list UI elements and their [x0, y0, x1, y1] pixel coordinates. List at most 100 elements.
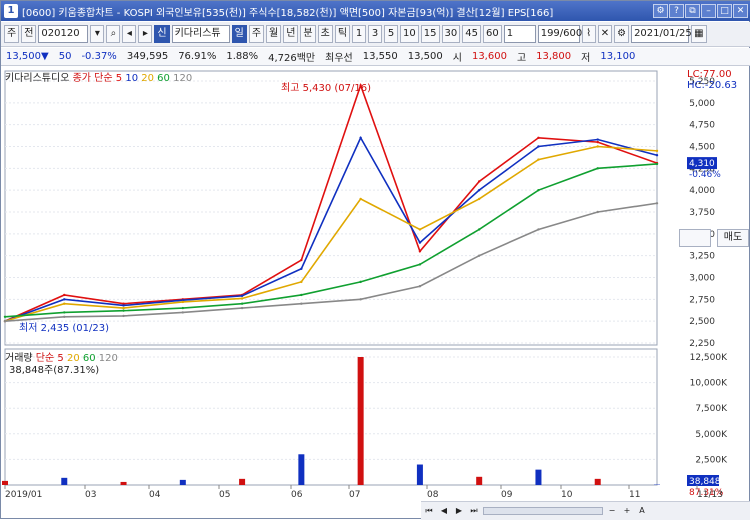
ma-point-120 [537, 228, 539, 230]
interval-3-button[interactable]: 3 [368, 25, 382, 43]
period-day-button[interactable]: 일 [232, 25, 247, 43]
low-label: 저 [576, 49, 595, 64]
ma-point-20 [300, 281, 302, 283]
ma5-legend: 5 [116, 73, 122, 84]
interval-select[interactable]: 1 [504, 25, 536, 43]
new-badge-button[interactable]: 신 [154, 25, 169, 43]
volume-tick-label: 10,000K [690, 379, 728, 389]
ma10-legend: 10 [125, 73, 138, 84]
stock-code-input[interactable]: 020120 [38, 25, 88, 43]
close-icon[interactable]: ✕ [733, 4, 748, 18]
minimize-icon[interactable]: – [701, 4, 716, 18]
help-icon[interactable]: ? [669, 4, 684, 18]
ma-point-20 [537, 158, 539, 160]
current-volume-text: 38,848 [689, 477, 721, 487]
volume-panel [5, 349, 657, 485]
ma-point-10 [63, 298, 65, 300]
ma-point-120 [359, 298, 361, 300]
change-percent: -0.37% [76, 51, 121, 62]
font-size-icon[interactable]: A [636, 505, 648, 517]
period-year-button[interactable]: 년 [283, 25, 298, 43]
price-tick-label: 3,000 [689, 274, 715, 284]
sell-button[interactable]: 매도 [717, 229, 749, 247]
interval-45-button[interactable]: 45 [462, 25, 481, 43]
ma-point-20 [63, 303, 65, 305]
interval-30-button[interactable]: 30 [442, 25, 461, 43]
prev-next-icon[interactable]: ▸ [138, 25, 152, 43]
interval-1-button[interactable]: 1 [352, 25, 366, 43]
volume-tick-label: 5,000K [695, 430, 728, 440]
ma-point-60 [63, 311, 65, 313]
prev-icon[interactable]: ◀ [438, 505, 450, 517]
interval-10-button[interactable]: 10 [400, 25, 419, 43]
vol-ma120-legend: 120 [99, 353, 118, 364]
low-price: 13,100 [595, 51, 640, 62]
chart-canvas[interactable]: 5,2505,0004,7504,5004,2504,0003,7503,500… [1, 67, 750, 520]
ma-point-5 [597, 141, 599, 143]
volume-bar [417, 465, 423, 485]
ma20-legend: 20 [141, 73, 154, 84]
ma-point-10 [419, 241, 421, 243]
ma-point-60 [597, 167, 599, 169]
ma-point-5 [537, 137, 539, 139]
market-select[interactable]: 주 [4, 25, 19, 43]
scope-select[interactable]: 전 [21, 25, 36, 43]
volume-bar [535, 470, 541, 485]
interval-5-button[interactable]: 5 [384, 25, 398, 43]
volume-bar [239, 479, 245, 485]
stock-title: 키다리스튜디오 [5, 73, 69, 84]
ma-point-10 [597, 138, 599, 140]
zoom-in-icon[interactable]: + [621, 505, 633, 517]
maximize-icon[interactable]: □ [717, 4, 732, 18]
settings-icon[interactable]: ⚙ [653, 4, 668, 18]
date-field[interactable]: 2021/01/25 [631, 25, 689, 43]
ma-point-20 [359, 198, 361, 200]
chart-window: 1 [0600] 키움종합차트 - KOSPI 외국인보유[535(천)] 주식… [0, 0, 750, 519]
price-tick-label: 2,750 [689, 295, 715, 305]
ma-point-120 [300, 303, 302, 305]
period-second-button[interactable]: 초 [318, 25, 333, 43]
low-marker: 최저 2,435 (01/23) [19, 319, 109, 334]
ma-point-120 [478, 254, 480, 256]
period-month-button[interactable]: 월 [266, 25, 281, 43]
code-dropdown-icon[interactable]: ▾ [90, 25, 104, 43]
chart-area: 5,2505,0004,7504,5004,2504,0003,7503,500… [1, 67, 750, 520]
search-icon[interactable]: ⌕ [106, 25, 120, 43]
restore-icon[interactable]: ⧉ [685, 4, 700, 18]
open-label: 시 [448, 49, 467, 64]
volume-bar [298, 454, 304, 485]
page-count-field[interactable]: 199/600 [538, 25, 580, 43]
trade-amount: 4,726백만 [263, 49, 320, 64]
gear-icon[interactable]: ⚙ [614, 25, 629, 43]
first-icon[interactable]: ⏮ [423, 505, 435, 517]
compare-icon[interactable]: ✕ [598, 25, 612, 43]
volume-bar [358, 357, 364, 485]
ma-point-5 [300, 259, 302, 261]
turnover-rate: 1.88% [221, 51, 263, 62]
price-tick-label: 4,750 [689, 121, 715, 131]
calendar-icon[interactable]: ▦ [691, 25, 706, 43]
speaker-icon[interactable]: ◂ [122, 25, 136, 43]
interval-15-button[interactable]: 15 [421, 25, 440, 43]
chart-type-icon[interactable]: ⌇ [582, 25, 596, 43]
ma-label: 종가 단순 [73, 73, 113, 84]
play-icon[interactable]: ▶ [453, 505, 465, 517]
ma-point-10 [122, 304, 124, 306]
change-value: 50 [54, 51, 77, 62]
zoom-out-icon[interactable]: − [606, 505, 618, 517]
volume-value-label: 38,848주(87.31%) [9, 361, 99, 376]
x-axis-label: 06 [291, 490, 303, 500]
volume-ratio: 76.91% [173, 51, 221, 62]
interval-60-button[interactable]: 60 [483, 25, 502, 43]
period-minute-button[interactable]: 분 [300, 25, 315, 43]
last-icon[interactable]: ⏭ [468, 505, 480, 517]
volume-value: 349,595 [122, 51, 173, 62]
main-toolbar: 주 전 020120 ▾ ⌕ ◂ ▸ 신 키다리스튜 일 주 월 년 분 초 틱… [1, 22, 750, 47]
period-week-button[interactable]: 주 [249, 25, 264, 43]
ma-point-60 [656, 163, 658, 165]
current-pct-text: -0.46% [689, 170, 721, 180]
ma-point-60 [241, 303, 243, 305]
period-tick-button[interactable]: 틱 [335, 25, 350, 43]
scroll-track[interactable] [483, 507, 603, 515]
ma-point-60 [478, 228, 480, 230]
